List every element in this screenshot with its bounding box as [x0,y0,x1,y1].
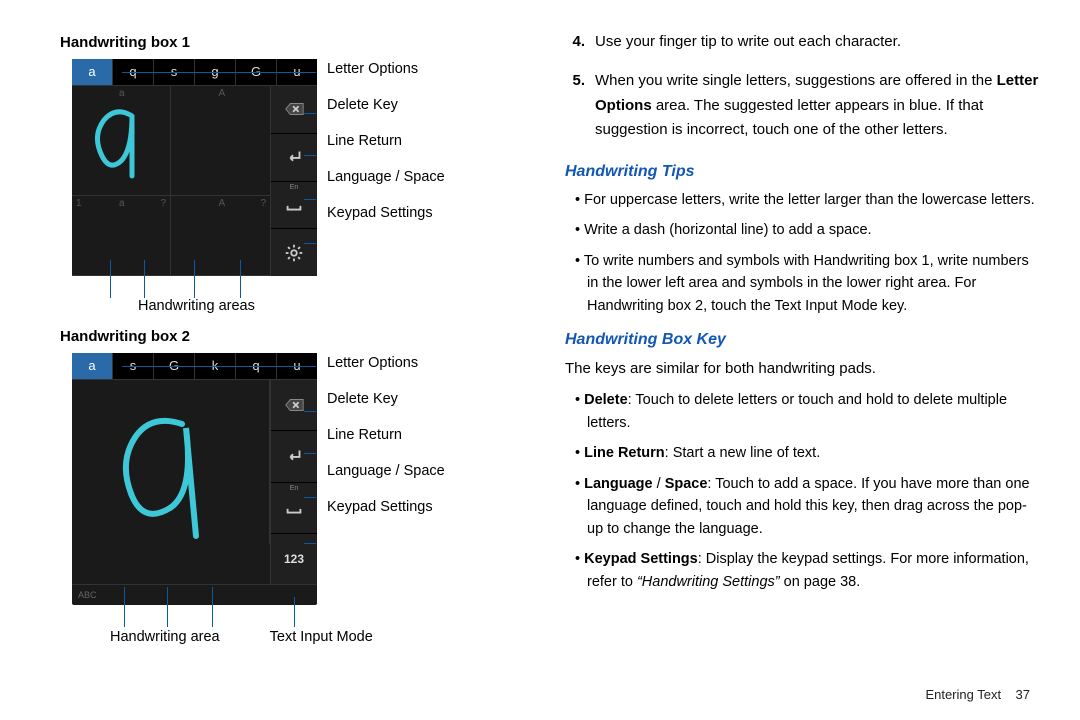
step-item: 5. When you write single letters, sugges… [565,69,1040,143]
step-item: 4. Use your finger tip to write out each… [565,30,1040,55]
handwriting-grid: a A 1 a ? [72,86,270,276]
bullet-item: • Language / Space: Touch to add a space… [565,473,1040,540]
delete-key-icon [271,86,317,134]
handwritten-letter-icon [82,100,152,180]
callout-text: Line Return [327,133,445,149]
return-key-icon [271,431,317,482]
body-text: The keys are similar for both handwritin… [565,357,1040,381]
callout-text: Delete Key [327,97,445,113]
language-space-key-icon: En [271,182,317,230]
footer-section: Entering Text [925,687,1001,702]
delete-key-icon [271,380,317,431]
connector-line [304,199,316,200]
abc-label: ABC [72,585,97,605]
box2-heading: Handwriting box 2 [60,328,535,345]
key-column: En [270,86,317,276]
callout-text: Language / Space [327,169,445,185]
bullet-item: • Write a dash (horizontal line) to add … [565,219,1040,241]
box1-heading: Handwriting box 1 [60,34,535,51]
bullet-item: • Keypad Settings: Display the keypad se… [565,548,1040,593]
pointer-lines [72,605,317,627]
subheading: Handwriting Tips [565,163,1040,181]
callout-labels: Letter Options Delete Key Line Return La… [327,353,445,515]
subheading: Handwriting Box Key [565,331,1040,349]
cell-label: ? [160,198,166,209]
callout-text: Keypad Settings [327,499,445,515]
cell-label: a [119,88,125,99]
callout-text: Language / Space [327,463,445,479]
bullet-item: • Delete: Touch to delete letters or tou… [565,389,1040,434]
connector-line [122,366,316,367]
settings-key-icon [271,229,317,276]
num-mode-key: 123 [271,534,317,584]
connector-line [304,543,316,544]
letter-option: a [72,59,113,85]
step-text: When you write single letters, suggestio… [595,69,1040,143]
return-key-icon [271,134,317,182]
connector-line [304,411,316,412]
step-number: 5. [565,69,585,143]
callout-labels: Letter Options Delete Key Line Return La… [327,59,445,221]
callout-text: Letter Options [327,355,445,371]
connector-line [304,155,316,156]
callout-text: Line Return [327,427,445,443]
mode-row: ABC [72,584,317,605]
pointer-lines [72,276,317,298]
connector-line [304,243,316,244]
connector-line [304,453,316,454]
handwriting-box-1-figure: a q s g G u a [72,59,317,276]
bullet-item: • To write numbers and symbols with Hand… [565,250,1040,317]
handwriting-area [72,380,270,544]
caption: Handwriting area [110,629,220,645]
handwriting-box-2-figure: a s G k q u [72,353,317,605]
cell-label: 1 [76,198,82,209]
cell-label: ? [260,198,266,209]
callout-text: Keypad Settings [327,205,445,221]
language-space-key-icon: En [271,483,317,534]
footer-page-number: 37 [1016,687,1030,702]
connector-line [122,72,316,73]
caption: Handwriting areas [138,298,535,314]
callout-text: Letter Options [327,61,445,77]
caption: Text Input Mode [270,629,373,645]
letter-option: a [72,353,113,379]
callout-text: Delete Key [327,391,445,407]
connector-line [304,113,316,114]
cell-label: A [219,88,226,99]
bullet-item: • For uppercase letters, write the lette… [565,189,1040,211]
handwritten-letter-icon [102,406,222,546]
bullet-item: • Line Return: Start a new line of text. [565,442,1040,464]
page-footer: Entering Text 37 [925,687,1030,702]
connector-line [304,497,316,498]
cell-label: A [219,198,226,209]
step-number: 4. [565,30,585,55]
cell-label: a [119,198,125,209]
step-text: Use your finger tip to write out each ch… [595,30,901,55]
